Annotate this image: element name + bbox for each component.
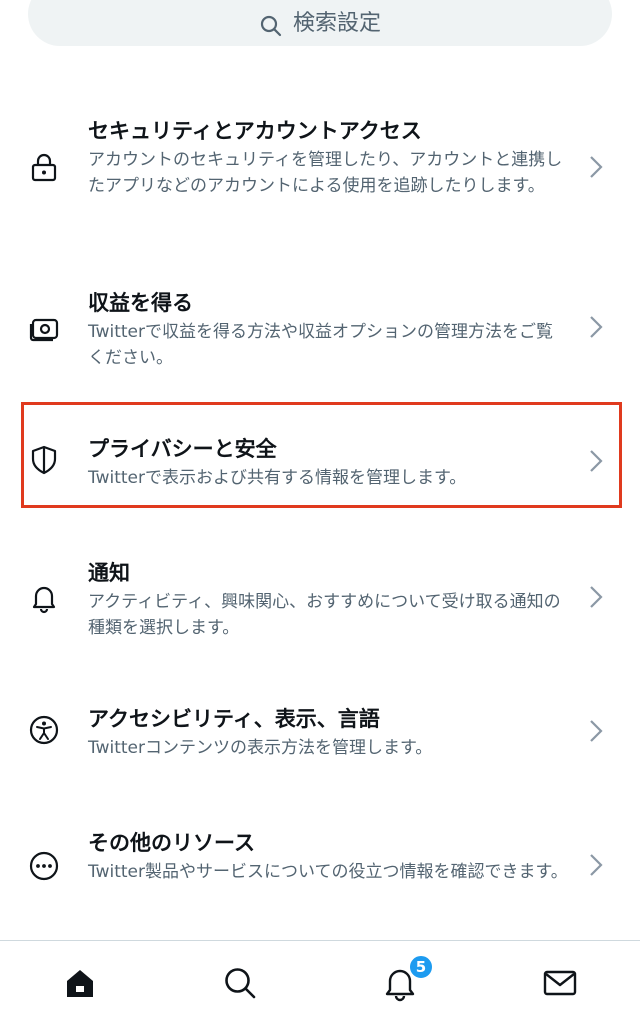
notification-count-badge: 5 xyxy=(408,954,434,980)
home-icon xyxy=(67,970,93,997)
item-title: セキュリティとアカウントアクセス xyxy=(88,119,422,143)
item-description: Twitterコンテンツの表示方法を管理します。 xyxy=(88,738,433,758)
mail-icon xyxy=(543,970,577,996)
highlight-frame xyxy=(21,402,622,508)
settings-item-monetization[interactable]: 収益を得る Twitterで収益を得る方法や収益オプションの管理方法をご覧くださ… xyxy=(0,282,640,372)
settings-item-security[interactable]: セキュリティとアカウントアクセス アカウントのセキュリティを管理したり、アカウン… xyxy=(0,110,640,240)
chevron-right-icon xyxy=(586,583,606,611)
home-tab[interactable] xyxy=(58,961,102,1005)
item-title: 収益を得る xyxy=(88,291,193,315)
item-title: その他のリソース xyxy=(88,831,255,855)
search-settings-bar[interactable]: 検索設定 xyxy=(28,0,612,46)
messages-tab[interactable] xyxy=(538,961,582,1005)
explore-tab[interactable] xyxy=(218,961,262,1005)
item-description: アクティビティ、興味関心、おすすめについて受け取る通知の種類を選択します。 xyxy=(88,592,561,638)
bottom-nav: 5 xyxy=(0,941,640,1024)
settings-item-resources[interactable]: その他のリソース Twitter製品やサービスについての役立つ情報を確認できます… xyxy=(0,826,640,916)
item-description: Twitterで収益を得る方法や収益オプションの管理方法をご覧ください。 xyxy=(88,322,553,368)
chevron-right-icon xyxy=(586,153,606,181)
chevron-right-icon xyxy=(586,851,606,879)
search-label: 検索設定 xyxy=(292,11,381,36)
settings-item-accessibility[interactable]: アクセシビリティ、表示、言語 Twitterコンテンツの表示方法を管理します。 xyxy=(0,702,640,762)
chevron-right-icon xyxy=(586,313,606,341)
lock-icon xyxy=(26,150,62,186)
search-icon xyxy=(225,968,256,999)
search-header: 検索設定 xyxy=(0,0,640,58)
more-icon xyxy=(26,848,62,884)
search-icon xyxy=(259,14,283,38)
settings-screen: 検索設定 セキュリティとアカウントアクセス アカウントのセキュリティを管理したり… xyxy=(0,0,640,1024)
money-icon xyxy=(26,310,62,346)
item-title: アクセシビリティ、表示、言語 xyxy=(88,707,380,731)
settings-item-notifications[interactable]: 通知 アクティビティ、興味関心、おすすめについて受け取る通知の種類を選択します。 xyxy=(0,556,640,646)
bell-icon xyxy=(26,580,62,616)
item-description: Twitter製品やサービスについての役立つ情報を確認できます。 xyxy=(88,862,568,882)
chevron-right-icon xyxy=(586,717,606,745)
item-description: アカウントのセキュリティを管理したり、アカウントと連携したアプリなどのアカウント… xyxy=(88,150,563,196)
accessibility-icon xyxy=(26,712,62,748)
item-title: 通知 xyxy=(88,561,130,585)
